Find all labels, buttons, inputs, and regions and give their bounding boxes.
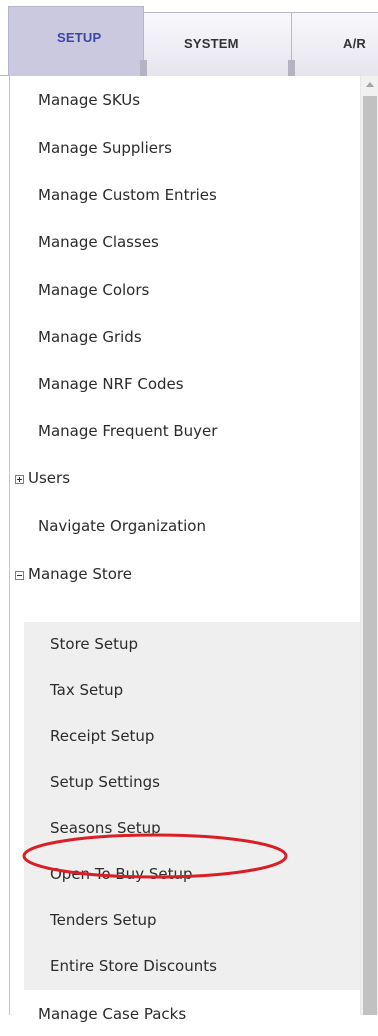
tab-divider-handle xyxy=(140,60,147,76)
submenu-item-setup-settings[interactable]: Setup Settings xyxy=(24,760,360,804)
menu-item-manage-classes[interactable]: Manage Classes xyxy=(10,220,360,264)
vertical-scrollbar[interactable] xyxy=(360,76,378,1015)
tab-bar: SETUP SYSTEM A/R xyxy=(0,0,378,76)
menu-item-manage-skus[interactable]: Manage SKUs xyxy=(10,78,360,122)
menu-item-manage-nrf-codes[interactable]: Manage NRF Codes xyxy=(10,362,360,406)
manage-store-submenu: Store Setup Tax Setup Receipt Setup Setu… xyxy=(24,622,360,990)
submenu-item-receipt-setup[interactable]: Receipt Setup xyxy=(24,714,360,758)
menu-item-manage-store[interactable]: Manage Store xyxy=(10,552,360,596)
menu-item-users[interactable]: Users xyxy=(10,456,360,500)
tab-divider-handle xyxy=(288,60,295,76)
submenu-item-seasons-setup[interactable]: Seasons Setup xyxy=(24,806,360,850)
tab-ar-label: A/R xyxy=(343,36,366,51)
collapse-minus-icon[interactable] xyxy=(15,571,24,580)
tab-ar[interactable]: A/R xyxy=(286,12,378,76)
menu-item-label: Manage NRF Codes xyxy=(38,375,184,393)
submenu-item-label: Tenders Setup xyxy=(50,911,157,929)
tab-setup[interactable]: SETUP xyxy=(8,6,147,76)
menu-item-manage-colors[interactable]: Manage Colors xyxy=(10,268,360,312)
menu-item-label: Navigate Organization xyxy=(38,517,206,535)
submenu-item-tax-setup[interactable]: Tax Setup xyxy=(24,668,360,712)
menu-item-manage-suppliers[interactable]: Manage Suppliers xyxy=(10,126,360,170)
submenu-item-entire-store-discounts[interactable]: Entire Store Discounts xyxy=(24,944,360,988)
submenu-item-tenders-setup[interactable]: Tenders Setup xyxy=(24,898,360,942)
menu-item-label: Users xyxy=(28,469,71,487)
menu-item-label: Manage Case Packs xyxy=(38,1005,187,1023)
menu-item-manage-case-packs[interactable]: Manage Case Packs xyxy=(10,992,360,1036)
submenu-item-label: Setup Settings xyxy=(50,773,160,791)
setup-navigation-panel: Manage SKUs Manage Suppliers Manage Cust… xyxy=(9,76,378,1023)
menu-item-label: Manage Grids xyxy=(38,328,142,346)
submenu-item-label: Receipt Setup xyxy=(50,727,155,745)
menu-item-label: Manage Classes xyxy=(38,233,159,251)
menu-item-label: Manage Suppliers xyxy=(38,139,172,157)
submenu-item-label: Store Setup xyxy=(50,635,139,653)
menu-item-manage-frequent-buyer[interactable]: Manage Frequent Buyer xyxy=(10,409,360,453)
tab-setup-label: SETUP xyxy=(57,30,102,45)
submenu-item-store-setup[interactable]: Store Setup xyxy=(24,622,360,666)
submenu-item-open-to-buy-setup[interactable]: Open To Buy Setup xyxy=(24,852,360,896)
menu-item-manage-grids[interactable]: Manage Grids xyxy=(10,315,360,359)
tab-system-label: SYSTEM xyxy=(184,36,239,51)
expand-plus-icon[interactable] xyxy=(15,475,24,484)
submenu-item-label: Entire Store Discounts xyxy=(50,957,217,975)
tab-system[interactable]: SYSTEM xyxy=(140,12,295,76)
submenu-item-label: Open To Buy Setup xyxy=(50,865,193,883)
menu-item-label: Manage Custom Entries xyxy=(38,186,217,204)
menu-item-label: Manage SKUs xyxy=(38,91,141,109)
menu-item-label: Manage Frequent Buyer xyxy=(38,422,218,440)
menu-item-navigate-organization[interactable]: Navigate Organization xyxy=(10,504,360,548)
submenu-item-label: Tax Setup xyxy=(50,681,124,699)
menu-item-manage-custom-entries[interactable]: Manage Custom Entries xyxy=(10,173,360,217)
submenu-item-label: Seasons Setup xyxy=(50,819,161,837)
scroll-up-icon[interactable] xyxy=(366,82,374,87)
menu-item-label: Manage Colors xyxy=(38,281,150,299)
scrollbar-thumb[interactable] xyxy=(363,96,377,1015)
menu-item-label: Manage Store xyxy=(28,565,132,583)
